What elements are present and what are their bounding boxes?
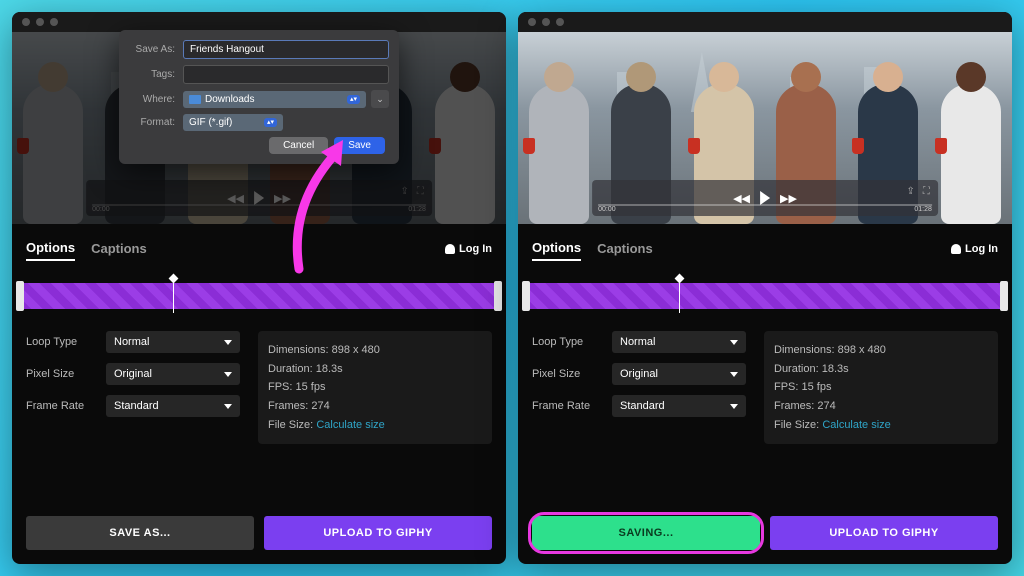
- tabs: Options Captions Log In: [12, 224, 506, 265]
- window-titlebar: [518, 12, 1012, 32]
- window-titlebar: [12, 12, 506, 32]
- cancel-button[interactable]: Cancel: [269, 137, 328, 154]
- tab-options[interactable]: Options: [532, 236, 581, 261]
- chevron-down-icon: [224, 372, 232, 377]
- time-total: 01:28: [408, 206, 426, 213]
- frame-rate-label: Frame Rate: [532, 400, 612, 412]
- loop-type-select[interactable]: Normal: [106, 331, 240, 353]
- save-as-button[interactable]: SAVE AS...: [26, 516, 254, 550]
- save-as-label: Save As:: [119, 44, 183, 55]
- window-minimize-icon[interactable]: [36, 18, 44, 26]
- playhead[interactable]: [679, 279, 680, 313]
- time-current: 00:00: [92, 206, 110, 213]
- app-window-before: ◀◀ ▶▶ ⇪ ⛶ 00:00 01:28 Save As: Tags: Whe…: [12, 12, 506, 564]
- forward-icon[interactable]: ▶▶: [780, 192, 797, 205]
- info-panel: Dimensions: 898 x 480 Duration: 18.3s FP…: [258, 331, 492, 444]
- expand-icon[interactable]: ⛶: [923, 186, 930, 197]
- time-total: 01:28: [914, 206, 932, 213]
- video-controls: ◀◀ ▶▶ ⇪ ⛶ 00:00 01:28: [86, 180, 432, 216]
- user-icon: [951, 244, 961, 254]
- format-select[interactable]: GIF (*.gif) ▴▾: [183, 114, 283, 131]
- saving-button: SAVING...: [532, 516, 760, 550]
- tabs: Options Captions Log In: [518, 224, 1012, 265]
- tags-input[interactable]: [183, 65, 389, 84]
- share-icon[interactable]: ⇪: [401, 186, 409, 197]
- forward-icon[interactable]: ▶▶: [274, 192, 291, 205]
- time-current: 00:00: [598, 206, 616, 213]
- pixel-size-label: Pixel Size: [532, 368, 612, 380]
- playhead[interactable]: [173, 279, 174, 313]
- save-as-input[interactable]: [183, 40, 389, 59]
- where-label: Where:: [119, 94, 183, 105]
- trim-handle-right[interactable]: [494, 281, 502, 311]
- share-icon[interactable]: ⇪: [907, 186, 915, 197]
- trim-handle-left[interactable]: [522, 281, 530, 311]
- pixel-size-select[interactable]: Original: [106, 363, 240, 385]
- chevron-down-icon: [730, 404, 738, 409]
- frame-rate-label: Frame Rate: [26, 400, 106, 412]
- timeline-scrubber[interactable]: [526, 283, 1004, 309]
- trim-handle-right[interactable]: [1000, 281, 1008, 311]
- where-select[interactable]: Downloads ▴▾: [183, 91, 366, 108]
- expand-icon[interactable]: ⛶: [417, 186, 424, 197]
- tab-options[interactable]: Options: [26, 236, 75, 261]
- loop-type-label: Loop Type: [26, 336, 106, 348]
- window-close-icon[interactable]: [528, 18, 536, 26]
- play-icon[interactable]: [254, 191, 264, 205]
- options-panel: Loop Type Normal Pixel Size Original Fra…: [12, 321, 506, 454]
- tab-captions[interactable]: Captions: [91, 237, 147, 260]
- tags-label: Tags:: [119, 69, 183, 80]
- tab-captions[interactable]: Captions: [597, 237, 653, 260]
- save-button[interactable]: Save: [334, 137, 385, 154]
- app-window-after: ◀◀ ▶▶ ⇪ ⛶ 00:00 01:28 Options Captions L…: [518, 12, 1012, 564]
- action-buttons: SAVE AS... UPLOAD TO GIPHY: [12, 502, 506, 564]
- window-minimize-icon[interactable]: [542, 18, 550, 26]
- rewind-icon[interactable]: ◀◀: [733, 192, 750, 205]
- login-button[interactable]: Log In: [445, 243, 492, 255]
- calculate-size-link[interactable]: Calculate size: [316, 419, 384, 431]
- window-close-icon[interactable]: [22, 18, 30, 26]
- info-panel: Dimensions: 898 x 480 Duration: 18.3s FP…: [764, 331, 998, 444]
- loop-type-select[interactable]: Normal: [612, 331, 746, 353]
- rewind-icon[interactable]: ◀◀: [227, 192, 244, 205]
- frame-rate-select[interactable]: Standard: [612, 395, 746, 417]
- trim-handle-left[interactable]: [16, 281, 24, 311]
- upload-to-giphy-button[interactable]: UPLOAD TO GIPHY: [770, 516, 998, 550]
- window-zoom-icon[interactable]: [556, 18, 564, 26]
- format-label: Format:: [119, 117, 183, 128]
- loop-type-label: Loop Type: [532, 336, 612, 348]
- options-panel: Loop Type Normal Pixel Size Original Fra…: [518, 321, 1012, 454]
- action-buttons: SAVING... UPLOAD TO GIPHY: [518, 502, 1012, 564]
- timeline-scrubber[interactable]: [20, 283, 498, 309]
- calculate-size-link[interactable]: Calculate size: [822, 419, 890, 431]
- expand-dialog-button[interactable]: ⌄: [371, 90, 389, 108]
- folder-icon: [189, 95, 201, 104]
- frame-rate-select[interactable]: Standard: [106, 395, 240, 417]
- chevron-down-icon: [730, 372, 738, 377]
- video-preview: ◀◀ ▶▶ ⇪ ⛶ 00:00 01:28: [518, 32, 1012, 224]
- chevron-down-icon: [224, 340, 232, 345]
- pixel-size-select[interactable]: Original: [612, 363, 746, 385]
- play-icon[interactable]: [760, 191, 770, 205]
- window-zoom-icon[interactable]: [50, 18, 58, 26]
- user-icon: [445, 244, 455, 254]
- pixel-size-label: Pixel Size: [26, 368, 106, 380]
- video-controls: ◀◀ ▶▶ ⇪ ⛶ 00:00 01:28: [592, 180, 938, 216]
- chevron-down-icon: [730, 340, 738, 345]
- save-dialog: Save As: Tags: Where: Downloads ▴▾ ⌄ For…: [119, 30, 399, 164]
- chevron-down-icon: [224, 404, 232, 409]
- login-button[interactable]: Log In: [951, 243, 998, 255]
- upload-to-giphy-button[interactable]: UPLOAD TO GIPHY: [264, 516, 492, 550]
